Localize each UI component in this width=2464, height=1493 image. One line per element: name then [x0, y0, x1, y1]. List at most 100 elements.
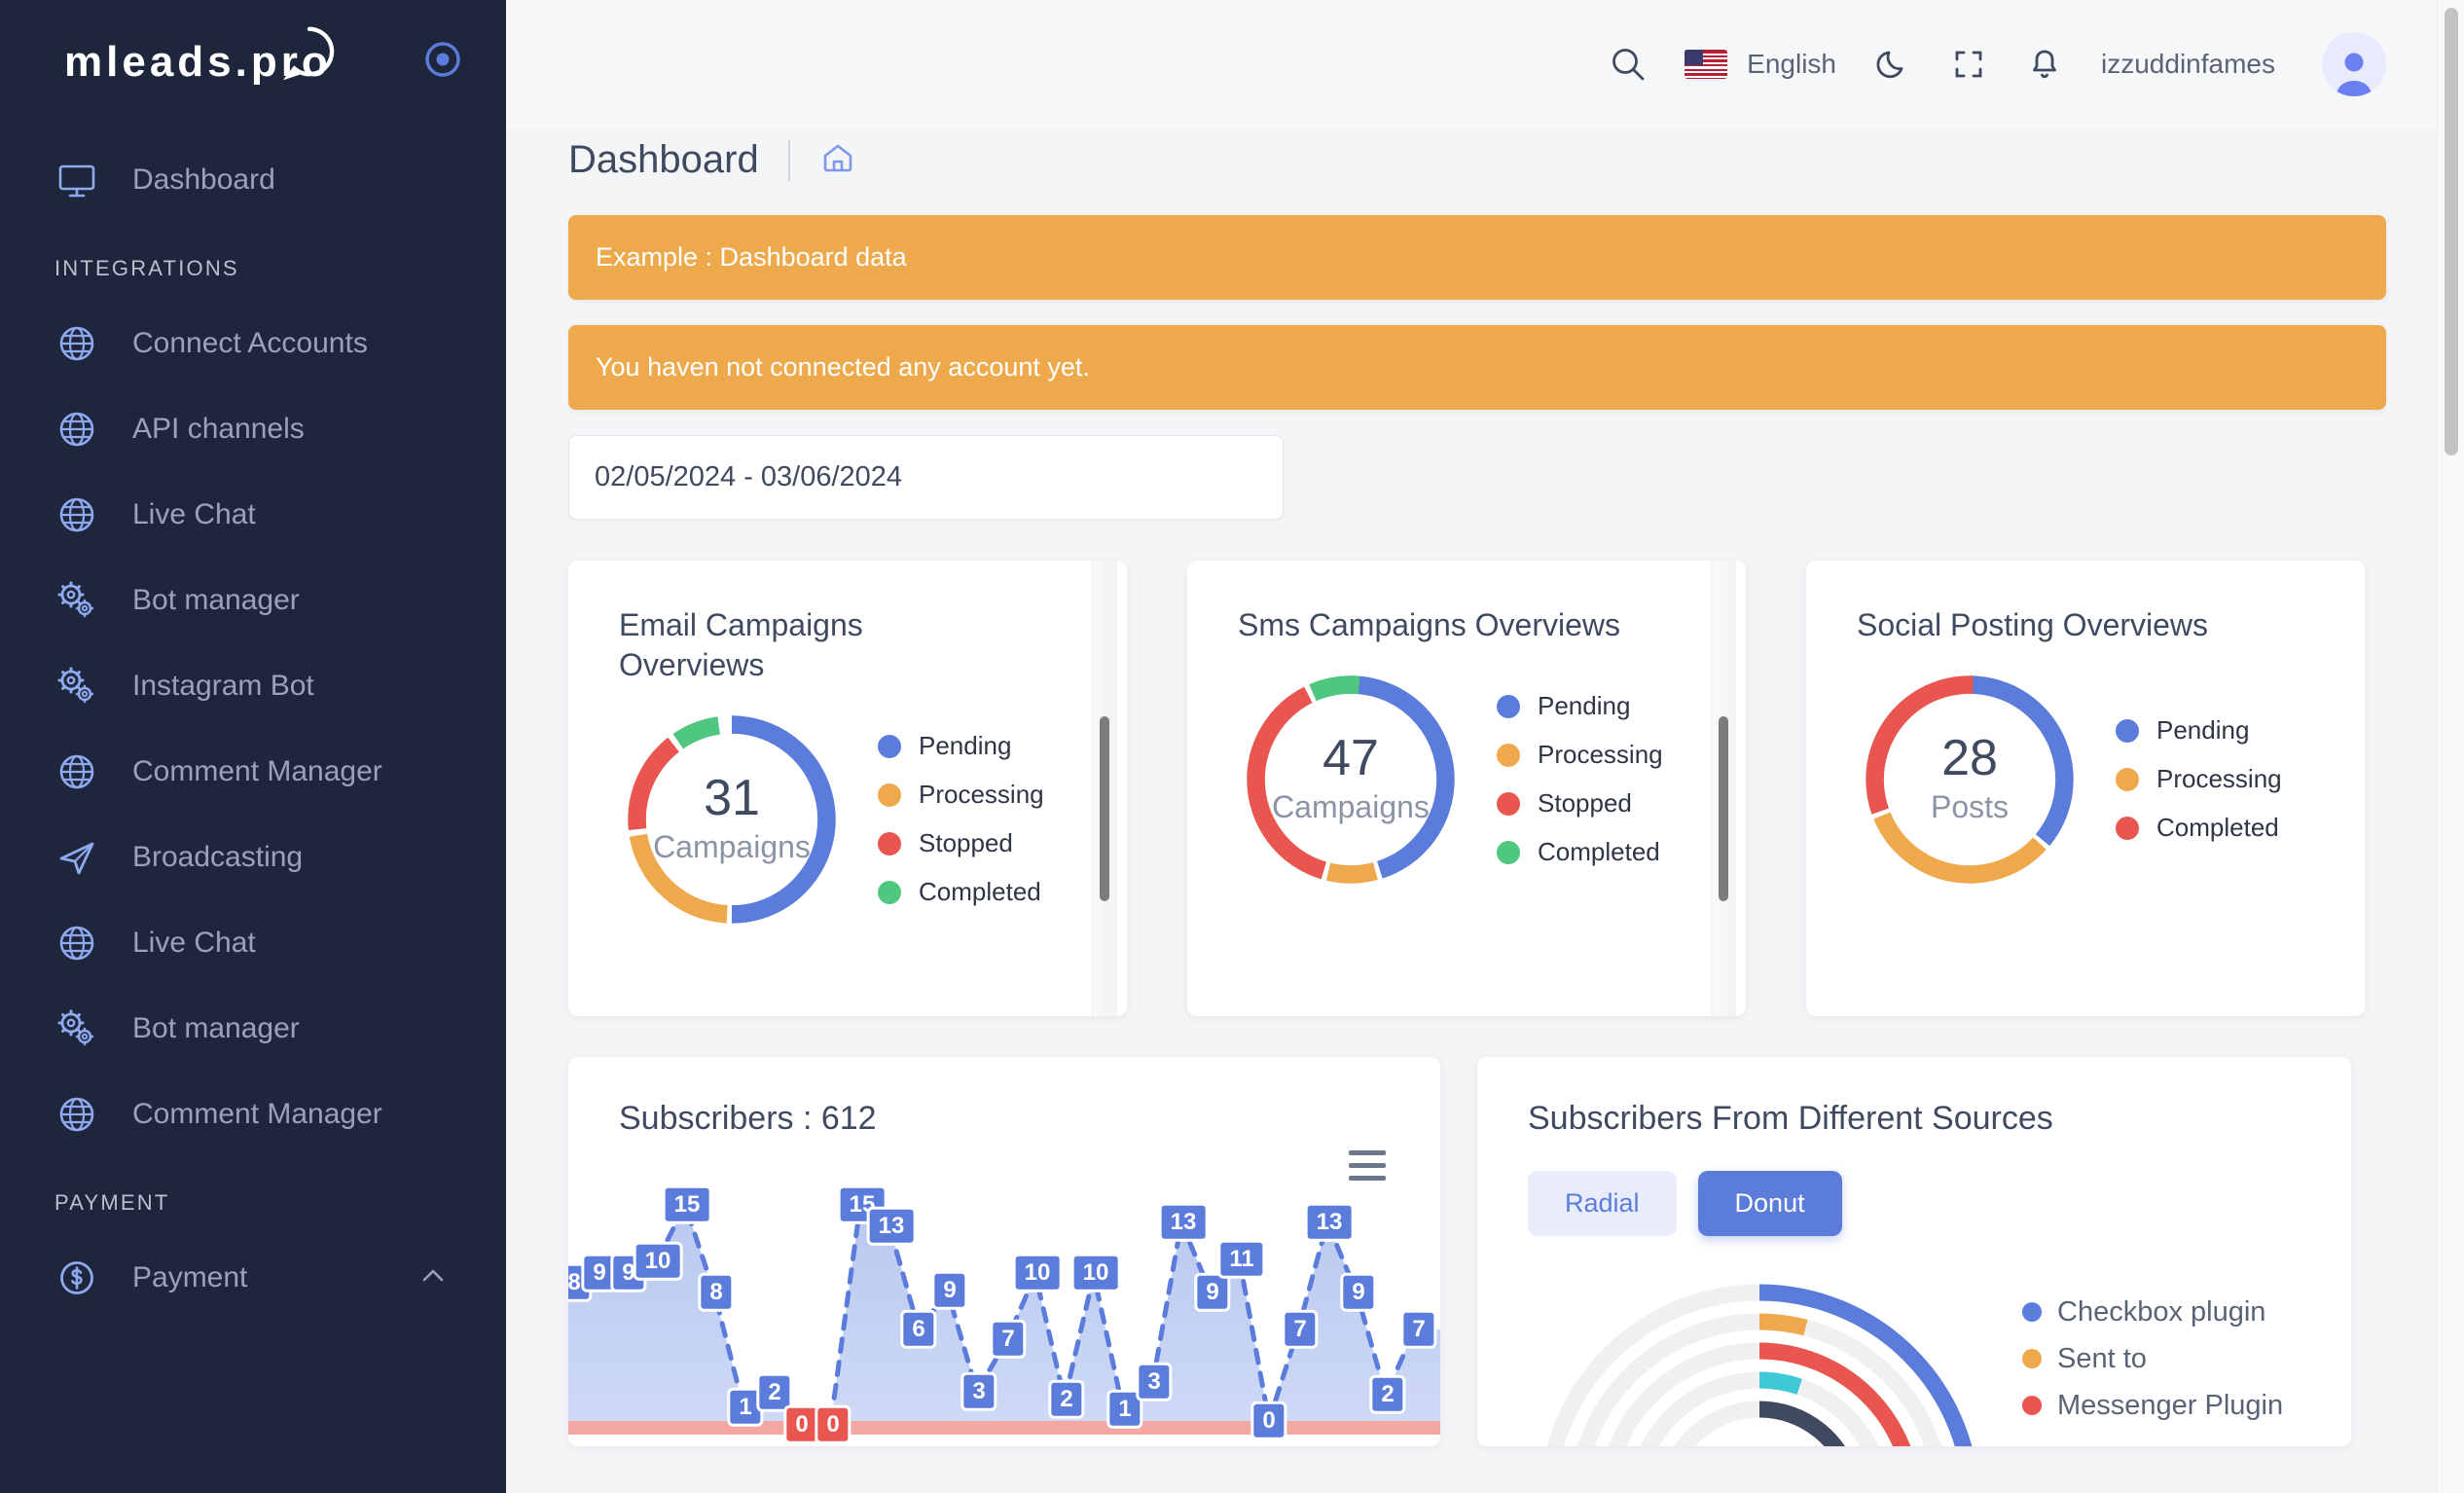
legend-item[interactable]: Messenger Plugin [2022, 1382, 2283, 1429]
sources-legend: Checkbox plugin Sent to Messenger Plugin [2022, 1289, 2283, 1429]
sidebar-item-comment-manager[interactable]: Comment Manager [0, 729, 506, 815]
sidebar-item-api-channels[interactable]: API channels [0, 386, 506, 472]
globe-icon [56, 751, 97, 792]
date-range-input[interactable]: 02/05/2024 - 03/06/2024 [568, 435, 1284, 520]
legend-label: Processing [2156, 764, 2282, 794]
language-selector[interactable]: English [1685, 49, 1836, 80]
data-point-label: 7 [1282, 1309, 1319, 1350]
sidebar-item-comment-manager-2[interactable]: Comment Manager [0, 1072, 506, 1157]
data-point-label: 10 [1012, 1253, 1063, 1293]
legend-item[interactable]: Processing [2116, 755, 2282, 804]
legend-item[interactable]: Pending [878, 722, 1044, 771]
legend-item[interactable]: Processing [878, 771, 1044, 819]
donut-value: 47 [1323, 730, 1379, 787]
donut-center-label: 28 Posts [1857, 667, 2083, 892]
legend-swatch [1497, 840, 1520, 864]
target-dot-icon [425, 42, 460, 77]
donut-chart-social: 28 Posts [1857, 667, 2083, 892]
monitor-icon [56, 160, 97, 200]
legend-item[interactable]: Stopped [878, 819, 1044, 868]
card-scrollbar[interactable] [1711, 561, 1736, 1016]
sidebar-item-label: Dashboard [132, 164, 275, 196]
sidebar-item-live-chat-2[interactable]: Live Chat [0, 900, 506, 986]
legend-swatch [878, 831, 901, 856]
donut-value: 31 [704, 770, 760, 827]
sidebar-item-label: Comment Manager [132, 755, 382, 787]
legend-item[interactable]: Pending [2116, 707, 2282, 755]
home-icon[interactable] [819, 139, 856, 181]
data-point-label: 3 [960, 1371, 997, 1412]
page-content: Dashboard Example : Dashboard data You h… [506, 128, 2464, 1446]
sidebar-item-bot-manager-2[interactable]: Bot manager [0, 986, 506, 1072]
legend-label: Stopped [1538, 788, 1632, 819]
sidebar-item-label: Bot manager [132, 1012, 300, 1044]
legend-item[interactable]: Pending [1497, 682, 1663, 731]
username-label[interactable]: izzuddinfames [2101, 49, 2275, 80]
legend-label: Pending [1538, 691, 1631, 721]
data-point-label: 2 [1048, 1379, 1085, 1420]
donut-unit: Posts [1930, 789, 2010, 825]
expand-icon[interactable] [1949, 45, 1988, 84]
gears-icon [56, 666, 97, 707]
sidebar-item-label: Live Chat [132, 498, 256, 530]
data-point-label: 9 [931, 1270, 968, 1311]
donut-center-label: 47 Campaigns [1238, 667, 1464, 892]
data-point-label: 6 [900, 1309, 937, 1350]
card-scrollbar[interactable] [1092, 561, 1117, 1016]
sidebar-item-bot-manager[interactable]: Bot manager [0, 558, 506, 643]
donut-unit: Campaigns [653, 829, 811, 865]
legend-item[interactable]: Checkbox plugin [2022, 1289, 2283, 1335]
data-point-label: 8 [698, 1272, 735, 1313]
data-point-label: 10 [633, 1241, 683, 1282]
sidebar-item-label: Live Chat [132, 927, 256, 959]
card-title: Sms Campaigns Overviews [1238, 607, 1620, 642]
app-root: mleads.pro Dashboard INTEGRATIONS Connec… [0, 0, 2464, 1493]
sidebar-item-label: Comment Manager [132, 1098, 382, 1130]
breadcrumb: Dashboard [568, 128, 2386, 215]
data-point-label: 13 [1158, 1202, 1209, 1243]
card-scrollbar-thumb[interactable] [1719, 716, 1728, 901]
sidebar-item-connect-accounts[interactable]: Connect Accounts [0, 301, 506, 386]
page-title: Dashboard [568, 138, 759, 181]
legend-item[interactable]: Stopped [1497, 780, 1663, 828]
data-point-label: 0 [1250, 1401, 1287, 1441]
data-point-label: 0 [815, 1404, 852, 1445]
legend-label: Completed [919, 877, 1041, 907]
sidebar-item-instagram-bot[interactable]: Instagram Bot [0, 643, 506, 729]
card-email-campaigns: Email Campaigns Overviews 31 Campaigns P… [568, 561, 1127, 1016]
legend-item[interactable]: Completed [1497, 828, 1663, 877]
sidebar-item-label: Connect Accounts [132, 327, 368, 359]
card-body: 47 Campaigns Pending Processing Stopped … [1238, 667, 1746, 892]
sidebar-item-dashboard[interactable]: Dashboard [0, 137, 506, 223]
gears-icon [56, 580, 97, 621]
legend-swatch [2022, 1349, 2042, 1368]
sidebar-collapse-button[interactable] [422, 39, 463, 85]
page-scrollbar[interactable] [2437, 0, 2464, 1493]
chevron-up-icon[interactable] [418, 1261, 448, 1295]
legend-item[interactable]: Completed [2116, 804, 2282, 853]
legend-item[interactable]: Processing [1497, 731, 1663, 780]
card-body: 31 Campaigns Pending Processing Stopped … [619, 707, 1127, 932]
legend-item[interactable]: Sent to [2022, 1335, 2283, 1382]
sidebar-item-live-chat[interactable]: Live Chat [0, 472, 506, 558]
moon-icon[interactable] [1873, 45, 1912, 84]
card-scrollbar-thumb[interactable] [1100, 716, 1109, 901]
language-label: English [1747, 49, 1837, 79]
legend-swatch [1497, 694, 1520, 718]
legend-swatch [878, 734, 901, 758]
sidebar-item-broadcasting[interactable]: Broadcasting [0, 815, 506, 900]
search-icon[interactable] [1609, 45, 1648, 84]
data-point-label: 11 [1217, 1239, 1266, 1280]
card-sms-campaigns: Sms Campaigns Overviews 47 Campaigns Pen… [1187, 561, 1746, 1016]
bell-icon[interactable] [2025, 45, 2064, 84]
brand-logo[interactable]: mleads.pro [64, 26, 334, 84]
brand-row: mleads.pro [0, 0, 506, 85]
dollar-circle-icon [56, 1257, 97, 1298]
bottom-card-row: Subscribers : 612 8 9 9 10 15 8 1 2 0 0 … [568, 1057, 2386, 1446]
avatar[interactable] [2322, 32, 2386, 96]
sidebar-item-payment[interactable]: Payment [0, 1235, 506, 1321]
legend-item[interactable]: Completed [878, 868, 1044, 917]
globe-icon [56, 323, 97, 364]
page-scrollbar-thumb[interactable] [2445, 8, 2458, 455]
data-point-label: 7 [1400, 1309, 1437, 1350]
